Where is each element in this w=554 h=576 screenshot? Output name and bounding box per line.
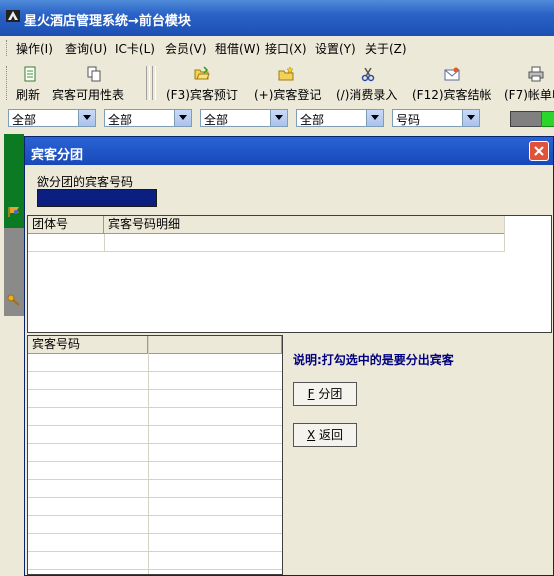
app-logo-icon <box>5 8 21 24</box>
filter-combo-1-value: 全部 <box>12 113 37 127</box>
split-button-label: 分团 <box>318 387 343 401</box>
filter-combo-3-value: 全部 <box>204 113 229 127</box>
filter-combo-3[interactable]: 全部 <box>200 109 288 127</box>
table-row[interactable] <box>28 479 282 480</box>
menu-settings[interactable]: 设置(Y) <box>315 40 356 57</box>
flag-icon <box>7 206 21 221</box>
column-header-extra[interactable] <box>148 336 282 353</box>
menu-interface[interactable]: 接口(X) <box>265 40 307 57</box>
table-row[interactable] <box>28 461 282 462</box>
chevron-down-icon[interactable] <box>270 110 287 126</box>
left-strip-gray-panel <box>4 228 24 316</box>
table-row[interactable] <box>28 425 282 426</box>
filter-combo-number[interactable]: 号码 <box>392 109 480 127</box>
table-row[interactable] <box>28 515 282 516</box>
table-row[interactable] <box>28 569 282 570</box>
menu-rental[interactable]: 租借(W) <box>215 40 260 57</box>
menu-member[interactable]: 会员(V) <box>165 40 207 57</box>
table-row[interactable] <box>28 533 282 534</box>
toolbar-separator <box>146 66 150 100</box>
refresh-button[interactable]: 刷新 <box>14 64 46 104</box>
filter-combo-1[interactable]: 全部 <box>8 109 96 127</box>
status-indicator-green <box>541 111 554 127</box>
status-indicator-gray <box>510 111 542 127</box>
grid-line <box>504 216 505 252</box>
menubar-grip[interactable] <box>6 40 9 56</box>
window-title: 星火酒店管理系统→前台模块 <box>24 14 191 29</box>
guest-split-dialog: 宾客分团 欲分团的宾客号码 团体号 宾客号码明细 宾客号码 说明:打勾选中的是要… <box>24 136 554 576</box>
split-group-button[interactable]: F 分团 <box>293 382 357 406</box>
window-title-bar: 星火酒店管理系统→前台模块 <box>0 0 554 36</box>
column-header-group-no[interactable]: 团体号 <box>28 216 104 233</box>
table-row[interactable] <box>28 389 282 390</box>
menu-about[interactable]: 关于(Z) <box>365 40 407 57</box>
table-row[interactable] <box>28 407 282 408</box>
refresh-page-icon <box>22 66 38 82</box>
menu-query[interactable]: 查询(U) <box>65 40 107 57</box>
instruction-note: 说明:打勾选中的是要分出宾客 <box>293 353 454 367</box>
guest-availability-button[interactable]: 宾客可用性表 <box>50 64 138 104</box>
split-hotkey: F <box>307 387 315 401</box>
copy-pages-icon <box>86 66 102 82</box>
grid-line <box>104 234 105 252</box>
guest-checkout-button[interactable]: (F12)宾客结帐 <box>410 64 494 104</box>
close-icon <box>534 146 544 156</box>
filter-combo-2-value: 全部 <box>108 113 133 127</box>
key-icon <box>7 294 21 309</box>
groups-table-header: 团体号 宾客号码明细 <box>28 216 505 234</box>
guest-checkin-label: (+)宾客登记 <box>254 88 322 102</box>
chevron-down-icon[interactable] <box>174 110 191 126</box>
guest-checkin-button[interactable]: (+)宾客登记 <box>252 64 326 104</box>
table-row[interactable] <box>28 443 282 444</box>
scissors-icon <box>360 66 376 82</box>
menu-operate[interactable]: 操作(I) <box>16 40 53 57</box>
guest-availability-label: 宾客可用性表 <box>52 88 125 102</box>
mail-icon <box>444 66 460 82</box>
back-button[interactable]: X 返回 <box>293 423 357 447</box>
menu-ic-card[interactable]: IC卡(L) <box>115 40 155 57</box>
chevron-down-icon[interactable] <box>78 110 95 126</box>
consumption-entry-label: (/)消费录入 <box>336 88 398 102</box>
split-guest-number-label: 欲分团的宾客号码 <box>37 175 134 189</box>
column-header-guest-detail[interactable]: 宾客号码明细 <box>104 216 505 233</box>
filter-bar: 全部 全部 全部 全部 号码 <box>0 106 554 130</box>
table-row[interactable] <box>28 251 505 252</box>
refresh-label: 刷新 <box>16 88 41 102</box>
toolbar: 刷新 宾客可用性表 (F3)宾客预订 (+)宾客登记 (/)消费录入 (F12)… <box>0 60 554 107</box>
filter-combo-number-value: 号码 <box>396 113 421 127</box>
toolbar-grip[interactable] <box>6 66 9 100</box>
bill-collect-button[interactable]: (F7)帐单收 <box>502 64 554 104</box>
guests-table[interactable]: 宾客号码 <box>27 335 283 575</box>
dialog-title: 宾客分团 <box>31 148 84 163</box>
menu-bar: 操作(I) 查询(U) IC卡(L) 会员(V) 租借(W) 接口(X) 设置(… <box>0 36 554 60</box>
groups-table[interactable]: 团体号 宾客号码明细 <box>27 215 552 333</box>
open-folder-icon <box>194 66 210 82</box>
filter-combo-4-value: 全部 <box>300 113 325 127</box>
filter-combo-2[interactable]: 全部 <box>104 109 192 127</box>
guest-reservation-label: (F3)宾客预订 <box>166 88 238 102</box>
back-button-label: 返回 <box>319 428 344 442</box>
column-header-guest-no[interactable]: 宾客号码 <box>28 336 148 353</box>
dialog-title-bar[interactable]: 宾客分团 <box>25 137 553 165</box>
table-row[interactable] <box>28 551 282 552</box>
filter-combo-4[interactable]: 全部 <box>296 109 384 127</box>
printer-icon <box>528 66 544 82</box>
folder-star-icon <box>278 66 294 82</box>
guest-checkout-label: (F12)宾客结帐 <box>412 88 492 102</box>
table-row[interactable] <box>28 497 282 498</box>
table-row[interactable] <box>28 371 282 372</box>
guest-reservation-button[interactable]: (F3)宾客预订 <box>164 64 244 104</box>
left-strip-green-panel <box>4 134 24 228</box>
close-button[interactable] <box>529 141 549 161</box>
guests-table-header: 宾客号码 <box>28 336 282 354</box>
consumption-entry-button[interactable]: (/)消费录入 <box>334 64 406 104</box>
chevron-down-icon[interactable] <box>366 110 383 126</box>
toolbar-separator <box>152 66 156 100</box>
split-guest-number-input[interactable] <box>37 189 157 207</box>
bill-collect-label: (F7)帐单收 <box>504 88 554 102</box>
back-hotkey: X <box>306 428 316 442</box>
chevron-down-icon[interactable] <box>462 110 479 126</box>
